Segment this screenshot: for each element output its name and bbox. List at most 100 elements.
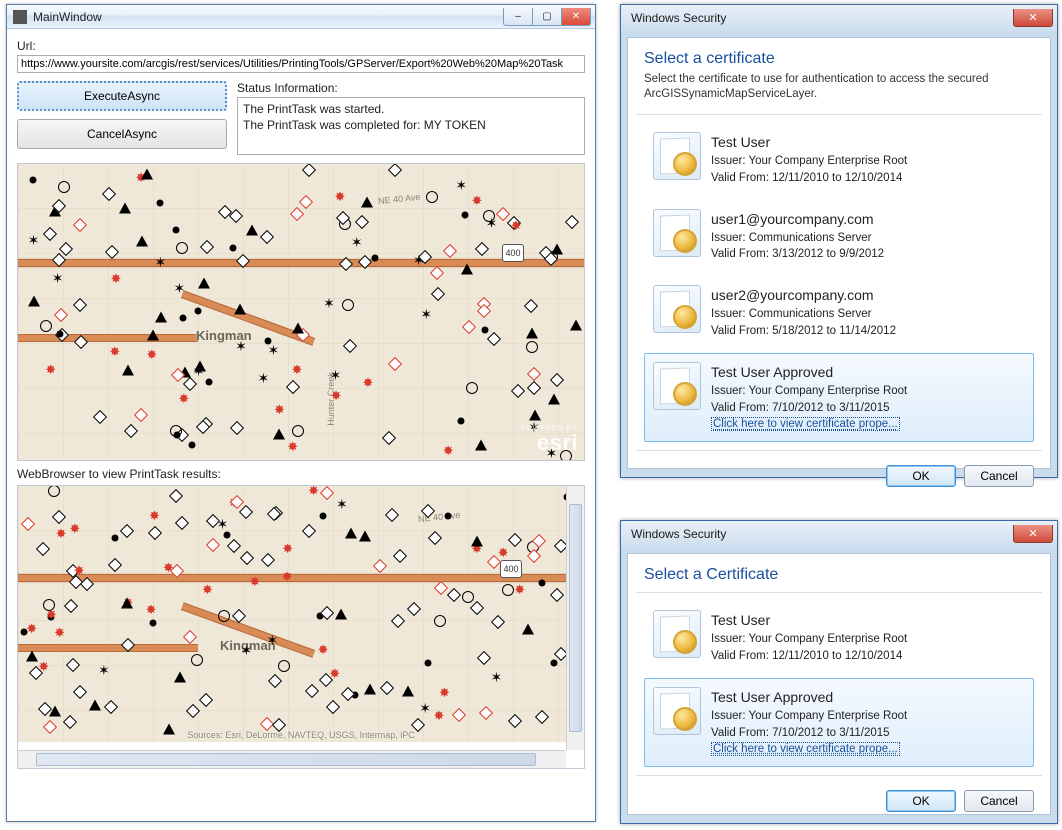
view-cert-properties-link[interactable]: Click here to view certificate prope... — [711, 417, 900, 431]
close-button[interactable]: ✕ — [1013, 525, 1053, 543]
certificate-item[interactable]: Test User Approved Issuer: Your Company … — [644, 678, 1034, 767]
map-marker — [430, 533, 440, 543]
map-marker — [58, 181, 70, 193]
map-marker — [442, 689, 452, 699]
certificate-item[interactable]: Test User Issuer: Your Company Enterpris… — [644, 123, 1034, 196]
map-marker — [321, 675, 331, 685]
map-marker — [29, 625, 39, 635]
certificate-icon — [653, 132, 701, 180]
view-cert-properties-link[interactable]: Click here to view certificate prope... — [711, 742, 900, 756]
map-marker — [413, 720, 423, 730]
map-marker — [232, 423, 242, 433]
url-input[interactable] — [17, 55, 585, 73]
map-marker — [71, 577, 81, 587]
execute-async-button[interactable]: ExecuteAsync — [17, 81, 227, 111]
map-marker — [529, 369, 539, 379]
map-marker — [360, 257, 370, 267]
map-marker — [198, 277, 210, 288]
map-marker — [420, 252, 430, 262]
maximize-button[interactable]: ▢ — [532, 8, 562, 26]
map-marker — [537, 712, 547, 722]
map-marker — [149, 619, 156, 626]
map-marker — [177, 518, 187, 528]
dialog-heading: Select a certificate — [644, 50, 1034, 68]
map-marker — [238, 343, 248, 353]
map-marker — [552, 375, 562, 385]
cert-name: Test User Approved — [711, 687, 907, 707]
map-marker — [371, 255, 378, 262]
map-marker — [433, 289, 443, 299]
map-view[interactable]: 400 Kingman NE 40 Ave Hunter Creek POWER… — [17, 163, 585, 461]
map-marker — [335, 608, 347, 619]
certificate-icon — [653, 362, 701, 410]
minimize-button[interactable]: – — [503, 8, 533, 26]
status-label: Status Information: — [237, 81, 585, 95]
route-shield: 400 — [502, 244, 524, 262]
divider — [636, 775, 1042, 776]
map-marker — [481, 708, 491, 718]
certificate-item[interactable]: user1@yourcompany.com Issuer: Communicat… — [644, 200, 1034, 273]
map-marker — [269, 509, 279, 519]
map-marker — [269, 637, 279, 647]
map-marker — [136, 410, 146, 420]
map-marker — [395, 551, 405, 561]
map-marker — [526, 301, 536, 311]
dialog-titlebar[interactable]: Windows Security ✕ — [621, 5, 1057, 31]
divider — [636, 592, 1042, 593]
map-marker — [170, 425, 182, 437]
cert-valid: Valid From: 7/10/2012 to 3/11/2015 — [711, 725, 907, 742]
map-marker — [422, 705, 432, 715]
map-marker — [457, 417, 464, 424]
map-marker — [191, 654, 203, 666]
certificate-item[interactable]: user2@yourcompany.com Issuer: Communicat… — [644, 276, 1034, 349]
cancel-button[interactable]: Cancel — [964, 465, 1034, 487]
map-marker — [556, 541, 566, 551]
webbrowser-view[interactable]: 400 Kingman NE 40 Ave Sources: Esri, DeL… — [17, 485, 585, 769]
map-marker — [270, 676, 280, 686]
status-box[interactable]: The PrintTask was started. The PrintTask… — [237, 97, 585, 155]
close-button[interactable]: ✕ — [1013, 9, 1053, 27]
map-marker — [234, 303, 246, 314]
map-marker — [243, 647, 253, 657]
close-button[interactable]: ✕ — [561, 8, 591, 26]
map-marker — [75, 687, 85, 697]
map-marker — [304, 165, 314, 175]
map-marker — [364, 683, 376, 694]
route-shield: 400 — [500, 560, 522, 578]
map-marker — [49, 611, 59, 621]
cancel-button[interactable]: Cancel — [964, 790, 1034, 812]
map-marker — [229, 541, 239, 551]
ok-button[interactable]: OK — [886, 465, 956, 487]
certificate-item[interactable]: Test User Issuer: Your Company Enterpris… — [644, 601, 1034, 674]
map-marker — [434, 615, 446, 627]
map-marker — [112, 348, 122, 358]
titlebar[interactable]: MainWindow – ▢ ✕ — [7, 5, 595, 29]
map-marker — [122, 526, 132, 536]
map-marker — [95, 412, 105, 422]
security-dialog: Windows Security ✕ Select a Certificate … — [620, 520, 1058, 824]
map-marker — [426, 191, 438, 203]
ok-button[interactable]: OK — [886, 790, 956, 812]
certificate-item[interactable]: Test User Approved Issuer: Your Company … — [644, 353, 1034, 442]
window-title: MainWindow — [33, 10, 504, 24]
map-marker — [307, 686, 317, 696]
scrollbar-vertical[interactable] — [566, 486, 584, 750]
map-marker — [481, 326, 488, 333]
map-marker — [29, 177, 36, 184]
map-marker — [510, 535, 520, 545]
scrollbar-horizontal[interactable] — [18, 750, 566, 768]
status-line: The PrintTask was completed for: MY TOKE… — [243, 117, 579, 133]
cancel-async-button[interactable]: CancelAsync — [17, 119, 227, 149]
map-marker — [432, 268, 442, 278]
map-marker — [446, 447, 456, 457]
map-marker — [147, 330, 159, 341]
map-marker — [292, 425, 304, 437]
map-marker — [55, 275, 65, 285]
map-marker — [513, 386, 523, 396]
map-marker — [338, 193, 348, 203]
map-marker — [57, 331, 64, 338]
dialog-titlebar[interactable]: Windows Security ✕ — [621, 521, 1057, 547]
map-marker — [334, 392, 344, 402]
map-marker — [270, 347, 280, 357]
map-marker — [387, 510, 397, 520]
